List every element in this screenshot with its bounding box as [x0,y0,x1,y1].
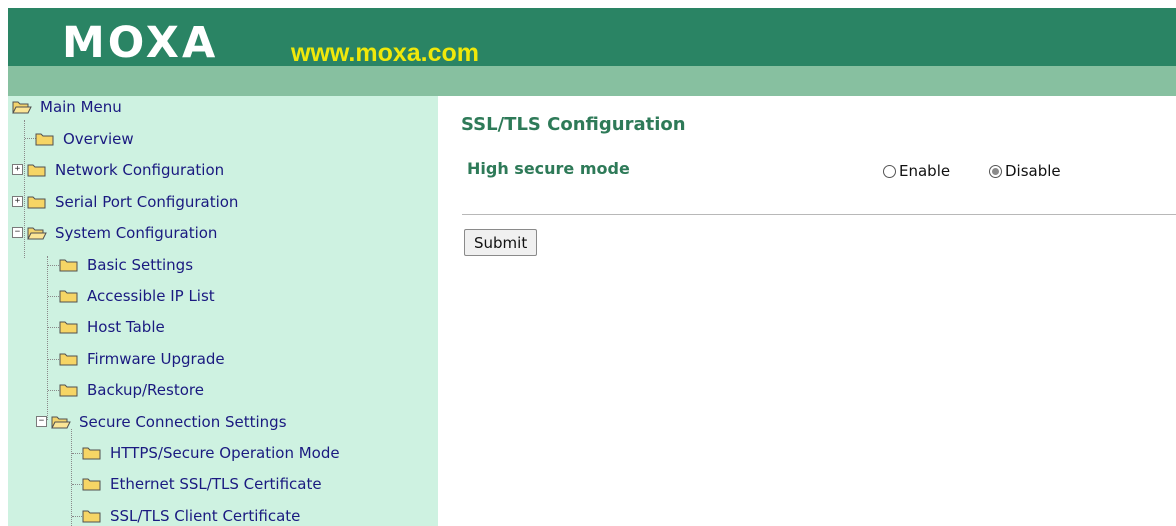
sidebar-item-secure-connection-settings[interactable]: Secure Connection Settings [51,411,287,433]
folder-icon [59,290,78,303]
divider [462,214,1176,215]
header-banner: MOXA www.moxa.com [8,8,1176,96]
folder-icon [82,447,101,460]
sidebar-tree: + + − − Main Menu Overview Network Confi… [8,96,438,526]
sidebar-item-label: Overview [63,130,134,148]
collapse-secure-icon[interactable]: − [36,416,47,427]
moxa-logo: MOXA [62,18,219,68]
sidebar-item-firmware-upgrade[interactable]: Firmware Upgrade [59,348,225,370]
enable-radio-option[interactable]: Enable [883,162,950,180]
tree-line [24,120,25,258]
open-folder-icon [12,101,32,114]
sidebar-item-overview[interactable]: Overview [35,128,134,150]
folder-icon [59,321,78,334]
sidebar-item-ethernet-ssl-tls-certificate[interactable]: Ethernet SSL/TLS Certificate [82,473,322,495]
folder-icon [82,510,101,523]
sidebar-item-network-configuration[interactable]: Network Configuration [27,159,224,181]
header-band [8,66,1176,96]
sidebar-item-label: Accessible IP List [87,287,215,305]
sidebar-item-label: HTTPS/Secure Operation Mode [110,444,340,462]
tree-line [47,256,48,420]
sidebar-item-host-table[interactable]: Host Table [59,316,165,338]
sidebar-item-label: Basic Settings [87,256,194,274]
collapse-system-icon[interactable]: − [12,227,23,238]
folder-icon [82,478,101,491]
tree-line [71,429,72,526]
sidebar-item-serial-port-configuration[interactable]: Serial Port Configuration [27,191,238,213]
folder-icon [59,259,78,272]
sidebar-item-label: Backup/Restore [87,381,204,399]
disable-radio-option[interactable]: Disable [989,162,1061,180]
sidebar-item-label: Ethernet SSL/TLS Certificate [110,475,322,493]
folder-icon [59,384,78,397]
folder-icon [27,164,46,177]
expand-serial-icon[interactable]: + [12,196,23,207]
sidebar-item-label: System Configuration [55,224,218,242]
disable-radio[interactable] [989,164,1002,178]
sidebar-item-label: Serial Port Configuration [55,193,239,211]
page-title: SSL/TLS Configuration [461,114,686,135]
sidebar-item-label: SSL/TLS Client Certificate [110,507,301,525]
folder-icon [59,353,78,366]
submit-button[interactable]: Submit [464,229,538,256]
sidebar-item-system-configuration[interactable]: System Configuration [27,222,217,244]
disable-radio-label: Disable [1005,162,1061,180]
sidebar-item-accessible-ip-list[interactable]: Accessible IP List [59,285,215,307]
expand-network-icon[interactable]: + [12,164,23,175]
sidebar-item-https-secure-operation-mode[interactable]: HTTPS/Secure Operation Mode [82,442,340,464]
open-folder-icon [27,227,47,240]
sidebar-item-main-menu[interactable]: Main Menu [12,96,122,118]
main-content: SSL/TLS Configuration High secure mode E… [438,96,1176,526]
sidebar-item-backup-restore[interactable]: Backup/Restore [59,379,204,401]
sidebar-item-ssl-tls-client-certificate[interactable]: SSL/TLS Client Certificate [82,505,300,526]
high-secure-mode-label: High secure mode [467,159,630,178]
sidebar-item-basic-settings[interactable]: Basic Settings [59,254,193,276]
sidebar-item-label: Network Configuration [55,161,225,179]
sidebar-item-label: Host Table [87,318,165,336]
sidebar-item-label: Main Menu [40,98,122,116]
folder-icon [35,133,54,146]
enable-radio[interactable] [883,164,896,178]
open-folder-icon [51,416,71,429]
folder-icon [27,196,46,209]
sidebar-item-label: Firmware Upgrade [87,350,225,368]
site-url: www.moxa.com [291,39,480,67]
sidebar-item-label: Secure Connection Settings [79,413,287,431]
enable-radio-label: Enable [899,162,951,180]
